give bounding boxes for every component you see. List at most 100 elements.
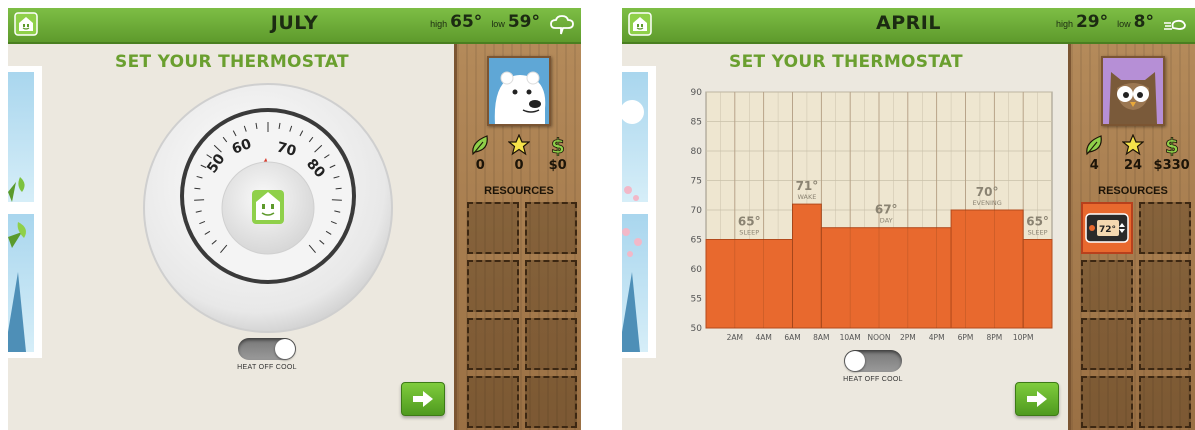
stats-row: 0 0 $ $0 — [461, 134, 577, 173]
resource-slot[interactable] — [525, 202, 577, 254]
annotation-temp: 67° — [875, 203, 898, 217]
mode-toggle[interactable] — [238, 338, 296, 360]
y-tick-label: 75 — [691, 177, 702, 187]
thermostat-reading: 72° — [1099, 225, 1116, 235]
resources-label: RESOURCES — [1098, 185, 1168, 197]
dollar-icon: $ — [550, 134, 565, 156]
schedule-bar — [792, 203, 822, 329]
annotation-label: SLEEP — [1028, 229, 1048, 237]
annotation-temp: 70° — [976, 185, 999, 199]
arrow-right-icon — [1027, 391, 1047, 407]
x-tick-label: 8AM — [813, 333, 829, 342]
star-count: 24 — [1123, 158, 1143, 173]
money-amount: $330 — [1153, 158, 1190, 173]
resource-slot[interactable] — [467, 202, 519, 254]
schedule-bar — [950, 209, 1024, 329]
resource-slot[interactable] — [1139, 376, 1191, 428]
schedule-bar — [1022, 239, 1053, 329]
resource-slot[interactable] — [467, 260, 519, 312]
resource-slot[interactable] — [467, 376, 519, 428]
x-tick-label: 10PM — [1013, 333, 1034, 342]
window-illustration — [8, 66, 42, 358]
page-heading: SET YOUR THERMOSTAT — [729, 52, 963, 72]
schedule-bar — [820, 227, 952, 329]
svg-text:$: $ — [551, 134, 565, 156]
resource-slot-thermostat[interactable]: 72° — [1081, 202, 1133, 254]
polar-bear-avatar[interactable] — [487, 56, 551, 126]
resource-slot[interactable] — [1139, 260, 1191, 312]
dollar-icon: $ — [1164, 134, 1179, 156]
thermostat-schedule-screen: APRIL high 29° low 8° SET YOUR THERMOSTA… — [622, 8, 1195, 430]
leaf-stat: 4 — [1076, 134, 1112, 173]
high-label: high — [1055, 19, 1073, 29]
weather-readout: high 65° low 59° — [430, 12, 575, 38]
y-tick-label: 90 — [691, 88, 703, 98]
wind-icon — [1164, 19, 1186, 30]
resource-slots — [467, 202, 579, 428]
schedule-bar — [705, 239, 793, 329]
page-heading: SET YOUR THERMOSTAT — [115, 52, 349, 72]
resource-slot[interactable] — [1081, 318, 1133, 370]
stats-row: 4 24 $ $330 — [1075, 134, 1191, 173]
next-button[interactable] — [1015, 382, 1059, 416]
annotation-temp: 65° — [738, 215, 761, 229]
next-button[interactable] — [401, 382, 445, 416]
annotation-label: WAKE — [797, 193, 816, 201]
low-label: low — [491, 19, 505, 29]
temperature-schedule-chart[interactable]: 50 55 60 65 70 75 80 85 90 2AM 4AM 6AM 8AM 10AM NOON 2P… — [680, 86, 1060, 348]
resource-slot[interactable] — [525, 376, 577, 428]
resource-slot[interactable] — [1081, 376, 1133, 428]
thermostat-icon: 72° — [1085, 213, 1129, 243]
toggle-knob[interactable] — [845, 351, 865, 371]
star-stat: 24 — [1115, 134, 1151, 173]
high-label: high — [430, 19, 448, 29]
resources-label: RESOURCES — [484, 185, 554, 197]
low-label: low — [1117, 19, 1131, 29]
window-illustration — [622, 66, 656, 358]
annotation-label: SLEEP — [739, 229, 759, 237]
money-stat: $ $0 — [540, 134, 576, 173]
x-tick-label: 2PM — [900, 333, 916, 342]
y-tick-label: 80 — [691, 147, 703, 157]
thermostat-dial[interactable]: 50 60 70 80 — [138, 78, 398, 338]
player-sidebar: 4 24 $ $330 RESOURCES 72° — [1068, 44, 1195, 430]
owl-avatar[interactable] — [1101, 56, 1165, 126]
money-amount: $0 — [548, 158, 567, 173]
y-tick-label: 65 — [691, 236, 702, 246]
x-tick-label: 8PM — [986, 333, 1002, 342]
resource-slot[interactable] — [1139, 318, 1191, 370]
x-tick-label: 2AM — [727, 333, 743, 342]
y-tick-label: 70 — [691, 206, 703, 216]
low-value: 8° — [1133, 12, 1154, 32]
money-stat: $ $330 — [1154, 134, 1190, 173]
y-tick-label: 50 — [691, 324, 703, 334]
y-tick-label: 55 — [691, 295, 702, 305]
resource-slot[interactable] — [467, 318, 519, 370]
toggle-knob[interactable] — [275, 339, 295, 359]
player-sidebar: 0 0 $ $0 RESOURCES — [454, 44, 581, 430]
resource-slot[interactable] — [1081, 260, 1133, 312]
x-tick-label: 10AM — [840, 333, 861, 342]
resource-slot[interactable] — [525, 318, 577, 370]
star-stat: 0 — [501, 134, 537, 173]
y-tick-label: 60 — [691, 265, 703, 275]
resource-slots: 72° — [1081, 202, 1193, 428]
weather-readout: high 29° low 8° — [1056, 12, 1189, 38]
toggle-label: HEAT OFF COOL — [843, 376, 903, 383]
x-tick-label: 4PM — [929, 333, 945, 342]
mode-toggle-group: HEAT OFF COOL — [222, 338, 312, 371]
high-value: 29° — [1075, 12, 1109, 32]
annotation-label: DAY — [880, 217, 893, 225]
mode-toggle[interactable] — [844, 350, 902, 372]
leaf-icon — [1086, 135, 1103, 156]
owl-icon — [1103, 58, 1163, 124]
arrow-right-icon — [413, 391, 433, 407]
star-count: 0 — [514, 158, 524, 173]
resource-slot[interactable] — [525, 260, 577, 312]
x-tick-label: 4AM — [755, 333, 771, 342]
dial-tick — [194, 199, 205, 201]
leaf-icon — [472, 135, 489, 156]
y-tick-label: 85 — [691, 118, 702, 128]
low-value: 59° — [507, 12, 540, 32]
resource-slot[interactable] — [1139, 202, 1191, 254]
